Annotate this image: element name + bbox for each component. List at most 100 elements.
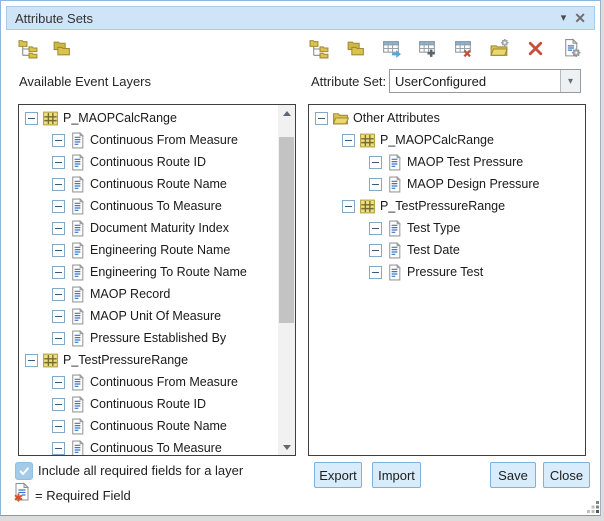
resize-grip[interactable] xyxy=(586,500,600,514)
dialog-title: Attribute Sets xyxy=(15,11,93,26)
expand-all-layers-button[interactable] xyxy=(16,36,40,60)
expand-all-attributes-button[interactable] xyxy=(307,36,331,60)
tree-expander-icon[interactable] xyxy=(315,112,328,125)
tree-expander-icon[interactable] xyxy=(52,244,65,257)
layer-icon xyxy=(359,198,376,215)
tree-item-label: MAOP Unit Of Measure xyxy=(90,309,221,323)
field-icon xyxy=(69,440,86,457)
export-button[interactable]: Export xyxy=(314,462,362,488)
tree-expander-icon[interactable] xyxy=(52,134,65,147)
left-panel-scrollbar[interactable] xyxy=(278,105,295,455)
tree-item[interactable]: P_MAOPCalcRange xyxy=(19,107,295,129)
tree-item[interactable]: P_TestPressureRange xyxy=(19,349,295,371)
tree-expander-icon[interactable] xyxy=(52,442,65,455)
tree-item[interactable]: Continuous Route ID xyxy=(19,151,295,173)
tree-item[interactable]: Continuous To Measure xyxy=(19,437,295,456)
field-icon xyxy=(69,154,86,171)
tree-item[interactable]: MAOP Record xyxy=(19,283,295,305)
tree-folders-icon xyxy=(18,38,39,59)
collapse-button[interactable]: ▾ xyxy=(561,13,567,24)
tree-item-label: Continuous To Measure xyxy=(90,441,222,455)
field-icon xyxy=(69,330,86,347)
attribute-set-properties-button[interactable] xyxy=(559,36,583,60)
scrollbar-thumb[interactable] xyxy=(279,137,294,323)
tree-expander-icon[interactable] xyxy=(52,288,65,301)
field-icon xyxy=(69,308,86,325)
tree-expander-icon[interactable] xyxy=(52,332,65,345)
tree-item[interactable]: Pressure Established By xyxy=(19,327,295,349)
collapse-all-layers-button[interactable] xyxy=(49,36,73,60)
tree-item-label: Other Attributes xyxy=(353,111,440,125)
tree-item[interactable]: Continuous Route Name xyxy=(19,415,295,437)
resize-grip-icon xyxy=(586,500,600,514)
field-icon xyxy=(69,132,86,149)
close-button[interactable]: ✕ xyxy=(574,11,586,25)
tree-expander-icon[interactable] xyxy=(52,156,65,169)
tree-item-label: Continuous From Measure xyxy=(90,375,238,389)
field-icon xyxy=(69,220,86,237)
tree-item-label: Continuous To Measure xyxy=(90,199,222,213)
tree-expander-icon[interactable] xyxy=(25,354,38,367)
tree-item[interactable]: Continuous From Measure xyxy=(19,371,295,393)
scroll-up-button[interactable] xyxy=(278,105,295,121)
tree-item[interactable]: Pressure Test xyxy=(309,261,585,283)
layer-icon xyxy=(42,352,59,369)
field-icon xyxy=(69,396,86,413)
tree-item[interactable]: Test Type xyxy=(309,217,585,239)
tree-expander-icon[interactable] xyxy=(52,222,65,235)
remove-table-button[interactable] xyxy=(451,36,475,60)
tree-item-label: MAOP Test Pressure xyxy=(407,155,523,169)
title-bar: Attribute Sets ▾ ✕ xyxy=(6,6,595,30)
tree-expander-icon[interactable] xyxy=(342,200,355,213)
save-button[interactable]: Save xyxy=(490,462,536,488)
scroll-down-button[interactable] xyxy=(278,439,295,455)
tree-item[interactable]: Other Attributes xyxy=(309,107,585,129)
new-attribute-set-button[interactable] xyxy=(487,36,511,60)
tree-item[interactable]: Engineering To Route Name xyxy=(19,261,295,283)
tree-item[interactable]: Engineering Route Name xyxy=(19,239,295,261)
tree-item[interactable]: Test Date xyxy=(309,239,585,261)
tree-item[interactable]: Continuous To Measure xyxy=(19,195,295,217)
tree-expander-icon[interactable] xyxy=(25,112,38,125)
attribute-sets-dialog: Attribute Sets ▾ ✕ Available Event Layer… xyxy=(0,0,601,516)
tree-expander-icon[interactable] xyxy=(369,222,382,235)
collapse-all-attributes-button[interactable] xyxy=(343,36,367,60)
tree-item[interactable]: MAOP Test Pressure xyxy=(309,151,585,173)
tree-expander-icon[interactable] xyxy=(369,244,382,257)
tree-item[interactable]: P_TestPressureRange xyxy=(309,195,585,217)
include-required-fields-checkbox[interactable] xyxy=(15,462,33,480)
tree-expander-icon[interactable] xyxy=(52,376,65,389)
tree-item[interactable]: Continuous Route Name xyxy=(19,173,295,195)
tree-item[interactable]: P_MAOPCalcRange xyxy=(309,129,585,151)
tree-expander-icon[interactable] xyxy=(52,398,65,411)
tree-item[interactable]: Document Maturity Index xyxy=(19,217,295,239)
tree-expander-icon[interactable] xyxy=(52,420,65,433)
field-icon xyxy=(386,176,403,193)
attribute-set-label: Attribute Set: xyxy=(311,74,386,89)
tree-expander-icon[interactable] xyxy=(369,178,382,191)
tree-item[interactable]: MAOP Design Pressure xyxy=(309,173,585,195)
tree-item[interactable]: Continuous Route ID xyxy=(19,393,295,415)
tree-item[interactable]: Continuous From Measure xyxy=(19,129,295,151)
tree-expander-icon[interactable] xyxy=(52,178,65,191)
add-to-attribute-set-button[interactable] xyxy=(379,36,403,60)
tree-expander-icon[interactable] xyxy=(52,200,65,213)
field-icon xyxy=(69,374,86,391)
layer-icon xyxy=(359,132,376,149)
attribute-set-combobox[interactable]: UserConfigured ▾ xyxy=(389,69,581,93)
tree-expander-icon[interactable] xyxy=(52,266,65,279)
field-icon xyxy=(386,242,403,259)
tree-expander-icon[interactable] xyxy=(342,134,355,147)
tree-item[interactable]: MAOP Unit Of Measure xyxy=(19,305,295,327)
tree-expander-icon[interactable] xyxy=(369,266,382,279)
attribute-set-dropdown-button[interactable]: ▾ xyxy=(560,70,580,92)
tree-expander-icon[interactable] xyxy=(52,310,65,323)
folders-icon xyxy=(51,38,72,59)
field-icon xyxy=(386,154,403,171)
add-table-button[interactable] xyxy=(415,36,439,60)
close-dialog-button[interactable]: Close xyxy=(543,462,590,488)
import-button[interactable]: Import xyxy=(372,462,421,488)
delete-attribute-set-button[interactable] xyxy=(523,36,547,60)
attribute-set-panel: Other Attributes P_MAOPCalcRange MAOP Test… xyxy=(308,104,586,456)
tree-expander-icon[interactable] xyxy=(369,156,382,169)
